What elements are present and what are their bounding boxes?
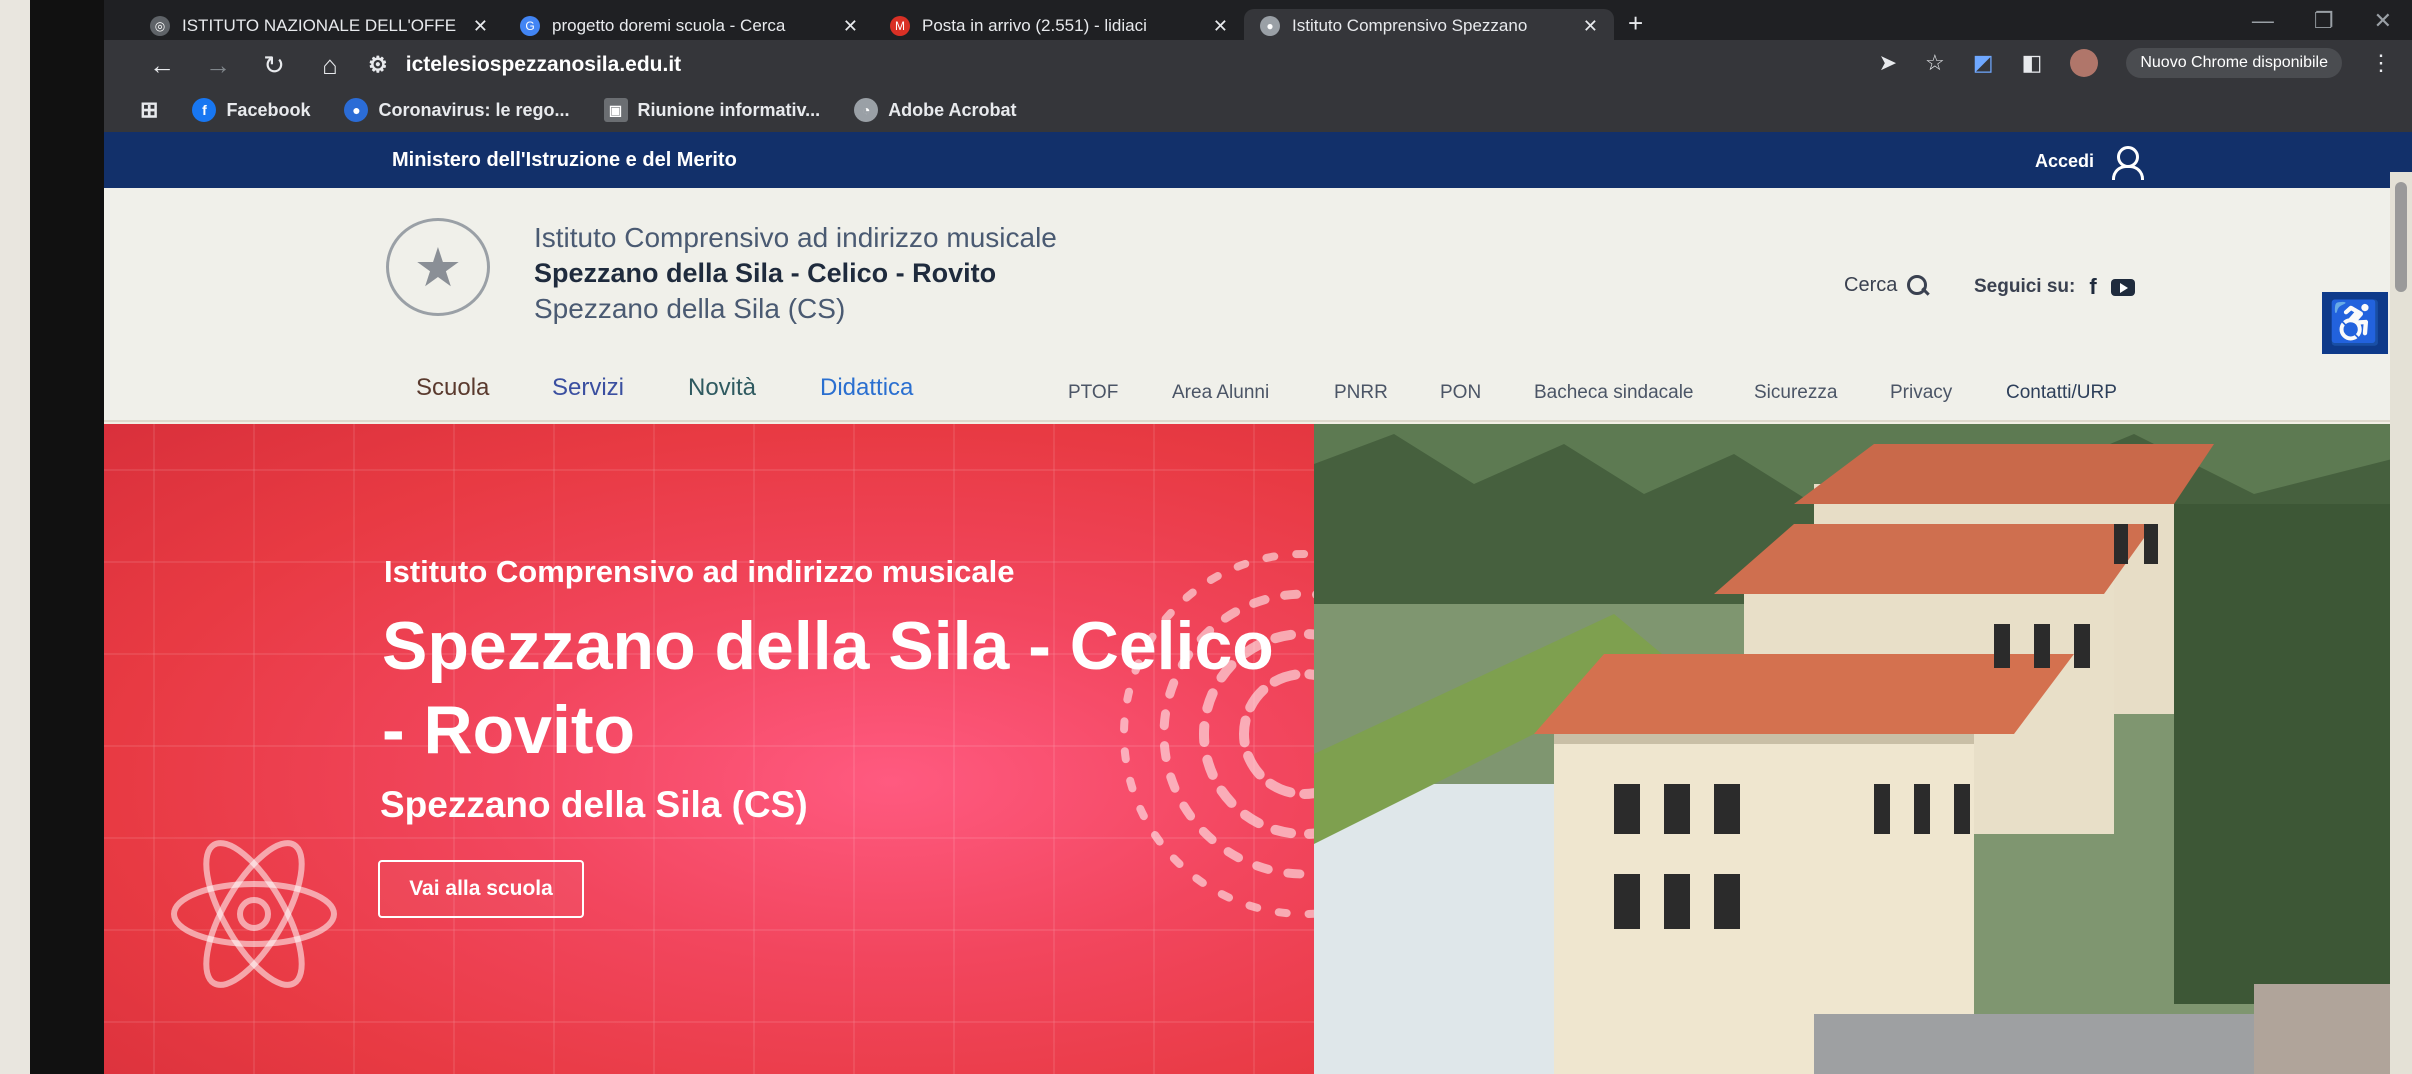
nav-didattica[interactable]: Didattica xyxy=(820,374,913,402)
ministry-bar: Ministero dell'Istruzione e del Merito A… xyxy=(104,132,2412,188)
close-tab-icon[interactable]: ✕ xyxy=(473,16,488,37)
atom-icon xyxy=(171,840,337,988)
nav-bacheca-sindacale[interactable]: Bacheca sindacale xyxy=(1534,382,1694,404)
close-tab-icon[interactable]: ✕ xyxy=(843,16,858,37)
tab-1[interactable]: ◎ ISTITUTO NAZIONALE DELL'OFFE ✕ xyxy=(134,9,504,43)
hero-subtitle: Istituto Comprensivo ad indirizzo musica… xyxy=(384,554,1015,589)
search-icon xyxy=(1907,274,1929,297)
facebook-icon[interactable]: f xyxy=(2089,274,2096,300)
user-icon xyxy=(2110,146,2144,180)
school-location: Spezzano della Sila (CS) xyxy=(534,293,846,324)
bookmark-label: Adobe Acrobat xyxy=(888,99,1017,120)
back-icon[interactable]: ← xyxy=(134,50,190,81)
address-bar[interactable]: ⚙ ictelesiospezzanosila.edu.it xyxy=(368,52,681,78)
extension-icon[interactable]: ◩ xyxy=(1973,50,1994,76)
gov-icon: ● xyxy=(344,98,369,122)
youtube-icon[interactable] xyxy=(2110,278,2135,296)
reload-icon[interactable]: ↻ xyxy=(246,50,302,81)
bookmark-acrobat[interactable]: ◔ Adobe Acrobat xyxy=(854,98,1017,122)
nav-ptof[interactable]: PTOF xyxy=(1068,382,1118,404)
site-header: ★ Istituto Comprensivo ad indirizzo musi… xyxy=(104,188,2412,356)
close-tab-icon[interactable]: ✕ xyxy=(1213,16,1228,37)
tab-3[interactable]: M Posta in arrivo (2.551) - lidiaci ✕ xyxy=(874,9,1244,43)
update-chrome-button[interactable]: Nuovo Chrome disponibile xyxy=(2126,48,2342,78)
hero-location: Spezzano della Sila (CS) xyxy=(380,784,808,825)
nav-sicurezza[interactable]: Sicurezza xyxy=(1754,382,1837,404)
login-label: Accedi xyxy=(2034,150,2094,171)
toolbar-actions: ➤ ☆ ◩ ◧ Nuovo Chrome disponibile ⋮ xyxy=(1879,48,2392,78)
close-window-icon[interactable]: ✕ xyxy=(2374,8,2392,34)
nav-privacy[interactable]: Privacy xyxy=(1890,382,1952,404)
restore-icon[interactable]: ❐ xyxy=(2314,8,2334,34)
nav-scuola[interactable]: Scuola xyxy=(416,374,489,402)
bookmark-coronavirus[interactable]: ● Coronavirus: le rego... xyxy=(344,98,570,122)
bookmark-label: Riunione informativ... xyxy=(637,99,821,120)
follow-label: Seguici su: xyxy=(1974,276,2076,297)
nav-novita[interactable]: Novità xyxy=(688,374,756,402)
bookmark-label: Coronavirus: le rego... xyxy=(378,99,570,120)
site-info-icon[interactable]: ⚙ xyxy=(368,52,388,78)
forward-icon[interactable]: → xyxy=(190,50,246,81)
search-label: Cerca xyxy=(1844,274,1898,296)
hero-title: Spezzano della Sila - Celico - Rovito xyxy=(382,608,1274,768)
ministry-link[interactable]: Ministero dell'Istruzione e del Merito xyxy=(392,149,737,172)
school-building-photo xyxy=(1314,424,2412,1074)
accessibility-icon[interactable]: ♿ xyxy=(2322,292,2388,354)
nav-pon[interactable]: PON xyxy=(1440,382,1481,404)
school-type: Istituto Comprensivo ad indirizzo musica… xyxy=(534,222,1057,253)
bookmark-riunione[interactable]: ▣ Riunione informativ... xyxy=(603,98,821,122)
school-icon: ● xyxy=(1260,16,1280,36)
nav-servizi[interactable]: Servizi xyxy=(552,374,624,402)
go-to-school-button[interactable]: Vai alla scuola xyxy=(378,860,584,918)
google-icon: G xyxy=(520,16,540,36)
search-button[interactable]: Cerca xyxy=(1844,274,1929,297)
close-tab-icon[interactable]: ✕ xyxy=(1583,16,1598,37)
nav-pnrr[interactable]: PNRR xyxy=(1334,382,1388,404)
login-button[interactable]: Accedi xyxy=(2034,146,2144,180)
web-page: Ministero dell'Istruzione e del Merito A… xyxy=(104,132,2412,1074)
globe-icon: ◎ xyxy=(150,16,170,36)
bookmark-star-icon[interactable]: ☆ xyxy=(1925,50,1945,76)
gmail-icon: M xyxy=(890,16,910,36)
scrollbar-thumb[interactable] xyxy=(2395,182,2407,292)
hero-banner: Istituto Comprensivo ad indirizzo musica… xyxy=(104,424,1314,1074)
minimize-icon[interactable]: — xyxy=(2252,8,2274,34)
page-scrollbar[interactable] xyxy=(2390,172,2412,1074)
tab-4-active[interactable]: ● Istituto Comprensivo Spezzano ✕ xyxy=(1244,9,1614,43)
new-tab-icon[interactable]: + xyxy=(1628,8,1643,39)
bookmark-label: Facebook xyxy=(226,99,311,120)
apps-grid-icon[interactable]: ⊞ xyxy=(140,97,158,123)
tab-title: ISTITUTO NAZIONALE DELL'OFFE xyxy=(182,16,457,35)
school-title: Spezzano della Sila - Celico - Rovito xyxy=(534,258,997,288)
facebook-icon: f xyxy=(192,98,217,122)
nav-area-alunni[interactable]: Area Alunni xyxy=(1172,382,1269,404)
home-icon[interactable]: ⌂ xyxy=(302,50,358,81)
monitor-bezel xyxy=(30,0,110,1074)
nav-contatti-urp[interactable]: Contatti/URP xyxy=(2006,382,2117,404)
bookmark-facebook[interactable]: f Facebook xyxy=(192,98,310,122)
url-text: ictelesiospezzanosila.edu.it xyxy=(405,53,682,76)
social-links: Seguici su: f xyxy=(1974,274,2135,300)
acrobat-icon: ◔ xyxy=(854,98,879,122)
tab-title: Istituto Comprensivo Spezzano xyxy=(1292,16,1528,35)
profile-avatar[interactable] xyxy=(2070,49,2099,77)
cursor-icon: ➤ xyxy=(1878,50,1898,75)
photo-background-left xyxy=(0,0,30,1074)
bookmarks-bar: ⊞ f Facebook ● Coronavirus: le rego... ▣… xyxy=(104,88,2412,132)
extensions-puzzle-icon[interactable]: ◧ xyxy=(2022,50,2043,76)
menu-dots-icon[interactable]: ⋮ xyxy=(2370,50,2392,76)
republic-emblem-icon[interactable]: ★ xyxy=(386,218,490,316)
window-controls: — ❐ ✕ xyxy=(2252,8,2392,34)
tab-title: Posta in arrivo (2.551) - lidiaci xyxy=(922,16,1147,35)
tab-2[interactable]: G progetto doremi scuola - Cerca ✕ xyxy=(504,9,874,43)
school-name[interactable]: Istituto Comprensivo ad indirizzo musica… xyxy=(534,222,1057,325)
browser-window: ◎ ISTITUTO NAZIONALE DELL'OFFE ✕ G proge… xyxy=(104,0,2412,1074)
tab-title: progetto doremi scuola - Cerca xyxy=(552,16,786,35)
browser-toolbar: ← → ↻ ⌂ ⚙ ictelesiospezzanosila.edu.it ➤… xyxy=(104,40,2412,90)
meeting-icon: ▣ xyxy=(603,98,628,122)
